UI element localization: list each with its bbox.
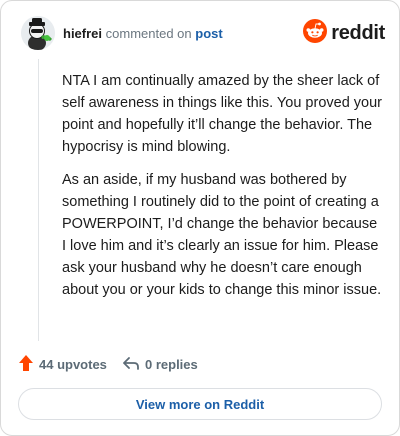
post-link[interactable]: post bbox=[195, 26, 222, 41]
comment-actions: 44 upvotes 0 replies bbox=[18, 353, 378, 375]
reddit-logo-icon bbox=[303, 19, 328, 48]
comment-header: hiefrei commented on post reddit bbox=[21, 16, 385, 52]
comment-meta: hiefrei commented on post bbox=[63, 26, 223, 41]
upvote-count: 44 upvotes bbox=[39, 356, 107, 372]
view-more-button[interactable]: View more on Reddit bbox=[18, 388, 382, 420]
username-link[interactable]: hiefrei bbox=[63, 26, 102, 41]
reddit-wordmark: reddit bbox=[331, 22, 385, 44]
snoo-avatar-icon[interactable] bbox=[21, 16, 55, 50]
reply-arrow-icon bbox=[122, 355, 140, 374]
reply-button[interactable]: 0 replies bbox=[122, 353, 198, 375]
reddit-brand[interactable]: reddit bbox=[303, 19, 385, 48]
comment-body: NTA I am continually amazed by the sheer… bbox=[62, 70, 382, 312]
thread-line bbox=[38, 59, 39, 341]
comment-paragraph: As an aside, if my husband was bothered … bbox=[62, 172, 382, 298]
upvote-arrow-icon bbox=[18, 354, 34, 375]
reply-count: 0 replies bbox=[145, 356, 198, 372]
upvote-button[interactable]: 44 upvotes bbox=[18, 353, 107, 375]
comment-paragraph: NTA I am continually amazed by the sheer… bbox=[62, 73, 382, 155]
embedded-comment-card: hiefrei commented on post reddit NTA I a… bbox=[0, 0, 400, 436]
action-text: commented on bbox=[105, 26, 192, 41]
